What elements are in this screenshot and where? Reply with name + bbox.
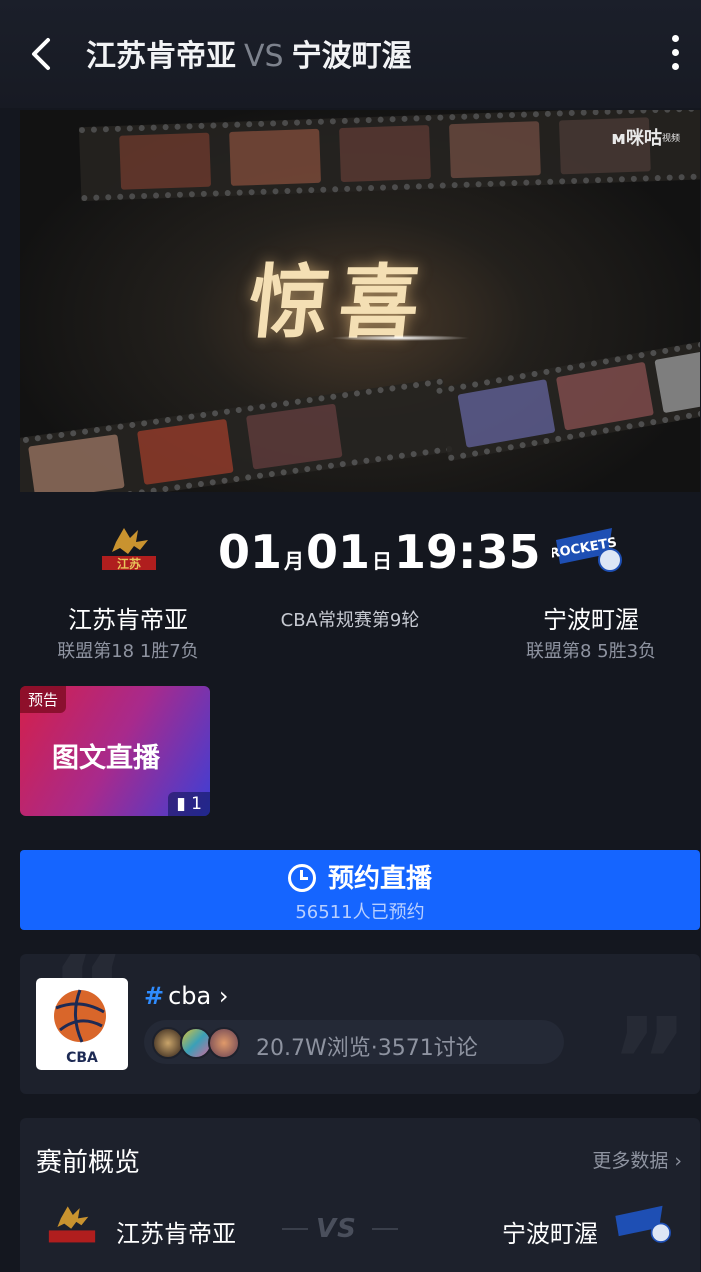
avatar	[208, 1027, 240, 1059]
divider	[372, 1228, 398, 1230]
film-strip-decoration	[78, 110, 700, 202]
page-title: 江苏肯帝亚 VS 宁波町渥	[86, 31, 412, 75]
reserve-live-button[interactable]: 预约直播 56511人已预约	[20, 850, 700, 930]
chevron-right-icon: ›	[218, 982, 229, 1010]
hashtag-icon: #	[144, 982, 165, 1010]
pre-match-overview-card: 赛前概览 更多数据 › 江苏肯帝亚 VS 宁波町渥	[20, 1118, 700, 1272]
away-team-record: 联盟第8 5胜3负	[525, 641, 657, 662]
title-away-team: 宁波町渥	[291, 39, 412, 74]
top-bar: 江苏肯帝亚 VS 宁波町渥	[0, 0, 701, 108]
match-datetime: 01 月01 日19:35	[218, 525, 541, 579]
film-strip-decoration	[20, 378, 453, 492]
home-team-logo	[42, 1202, 102, 1252]
home-team-logo[interactable]: 江苏	[94, 524, 164, 580]
migu-watermark: ᴍ咪咕视频	[611, 128, 681, 149]
reserve-label: 预约直播	[327, 864, 432, 894]
light-glow	[330, 335, 470, 341]
away-team-logo	[612, 1200, 672, 1250]
text-live-label: 图文直播	[52, 743, 160, 774]
home-team-name[interactable]: 江苏肯帝亚	[28, 600, 228, 635]
topic-stats: 20.7W浏览·3571讨论	[256, 1036, 478, 1061]
more-vertical-icon[interactable]	[663, 32, 687, 76]
divider	[282, 1228, 308, 1230]
svg-text:江苏: 江苏	[117, 556, 141, 571]
clock-icon	[287, 864, 316, 892]
more-data-link[interactable]: 更多数据 ›	[592, 1146, 682, 1173]
vs-label: VS	[316, 1214, 357, 1244]
away-team-name[interactable]: 宁波町渥	[491, 600, 691, 635]
topic-name[interactable]: # cba ›	[144, 982, 229, 1010]
home-team-record: 联盟第18 1胜7负	[57, 641, 199, 662]
watermark-logo-icon: ᴍ	[611, 128, 626, 149]
video-player[interactable]: 惊喜 ᴍ咪咕视频	[20, 110, 700, 492]
film-strip-decoration	[436, 332, 700, 462]
text-live-card[interactable]: 预告 图文直播 ▮ 1	[20, 686, 210, 816]
chevron-right-icon: ›	[674, 1150, 682, 1172]
home-team-name: 江苏肯帝亚	[116, 1220, 236, 1248]
viewer-count: ▮ 1	[168, 792, 210, 816]
away-team-name: 宁波町渥	[502, 1220, 598, 1248]
topic-card[interactable]: “ ” CBA #cba › 20.7W浏览·3571讨论	[20, 954, 700, 1094]
svg-text:CBA: CBA	[66, 1050, 98, 1066]
title-home-team: 江苏肯帝亚	[86, 39, 236, 74]
match-round: CBA常规赛第9轮	[280, 610, 420, 631]
section-title: 赛前概览	[36, 1148, 141, 1178]
back-arrow-icon[interactable]	[26, 34, 62, 74]
away-team-logo[interactable]: ROCKETS	[549, 524, 622, 580]
cba-logo: CBA	[36, 978, 128, 1070]
bar-chart-icon: ▮	[176, 794, 192, 814]
title-vs: VS	[244, 39, 284, 74]
preview-badge: 预告	[20, 686, 67, 713]
reserve-count: 56511人已预约	[295, 902, 425, 923]
quote-decoration: ”	[610, 994, 689, 1094]
